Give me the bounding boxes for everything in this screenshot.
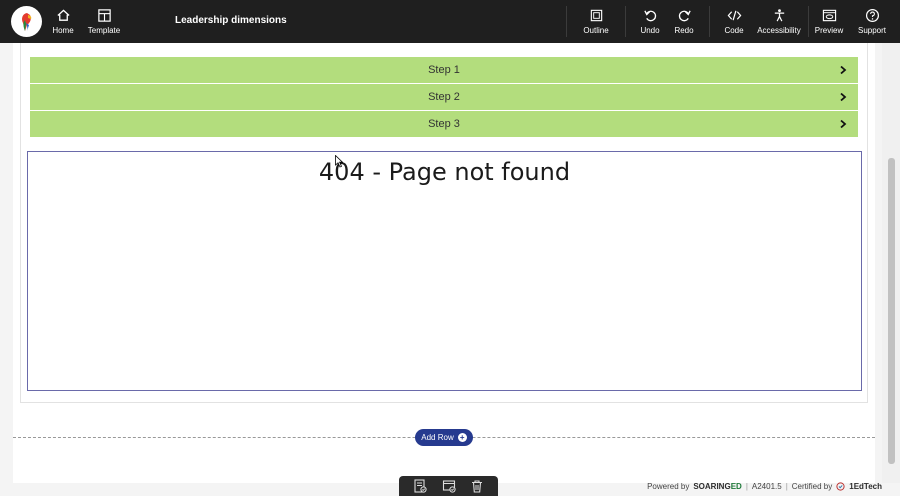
outline-label: Outline [583,26,609,35]
top-toolbar: Home Template Leadership dimensions Outl… [0,0,900,43]
version-text: A2401.5 [751,482,782,491]
accessibility-button[interactable]: Accessibility [757,0,801,43]
preview-icon [822,9,836,22]
outline-icon [590,9,602,22]
outline-button[interactable]: Outline [579,0,613,43]
certified-by-text: Certified by [791,482,833,491]
preview-button[interactable]: Preview [813,0,845,43]
toolbar-divider [566,6,567,37]
support-button[interactable]: Support [855,0,889,43]
redo-icon [678,10,691,22]
add-row-button[interactable]: Add Row + [415,429,473,446]
powered-by-text: Powered by [647,482,690,491]
accessibility-icon [774,9,784,22]
footer-separator: | [745,482,748,491]
home-label: Home [52,26,74,35]
chevron-right-icon [840,92,847,102]
home-icon [56,9,70,21]
footer: Powered by SOARINGED | A2401.5 | Certifi… [647,482,882,491]
chevron-right-icon [840,119,847,129]
certification-badge-icon [836,482,845,491]
code-icon [727,10,741,21]
home-button[interactable]: Home [50,0,76,43]
redo-label: Redo [674,26,694,35]
step-1-tab[interactable]: Step 1 [30,57,858,83]
step-label: Step 2 [428,91,460,103]
chevron-right-icon [840,65,847,75]
app-logo[interactable] [11,6,42,37]
parrot-logo-icon [21,12,31,31]
undo-label: Undo [640,26,660,35]
template-icon [97,9,111,22]
template-button[interactable]: Template [87,0,121,43]
toolbar-divider [625,6,626,37]
document-title[interactable]: Leadership dimensions [175,15,287,26]
code-label: Code [724,26,744,35]
support-label: Support [857,26,887,35]
checklist-icon[interactable] [412,478,428,494]
trash-icon[interactable] [469,478,485,494]
toolbar-divider [808,6,809,37]
step-3-tab[interactable]: Step 3 [30,111,858,137]
template-label: Template [87,26,121,35]
bottom-toolbar [399,476,498,496]
undo-button[interactable]: Undo [637,0,663,43]
plus-icon: + [457,433,467,442]
undo-icon [643,10,656,22]
redo-button[interactable]: Redo [671,0,697,43]
code-button[interactable]: Code [721,0,747,43]
validate-icon[interactable] [441,478,457,494]
error-heading: 404 - Page not found [318,158,571,186]
step-label: Step 1 [428,64,460,76]
certifier-name: 1EdTech [849,482,882,491]
accessibility-label: Accessibility [757,26,801,35]
scrollbar-thumb[interactable] [888,158,895,464]
soaringed-logo: SOARINGED [693,482,742,491]
footer-separator: | [785,482,788,491]
mouse-cursor-icon [335,155,343,168]
step-label: Step 3 [428,118,460,130]
toolbar-divider [709,6,710,37]
add-row-label: Add Row [421,433,454,442]
embedded-page-frame[interactable]: 404 - Page not found [27,151,862,391]
support-icon [865,8,879,23]
preview-label: Preview [814,26,844,35]
step-2-tab[interactable]: Step 2 [30,84,858,110]
